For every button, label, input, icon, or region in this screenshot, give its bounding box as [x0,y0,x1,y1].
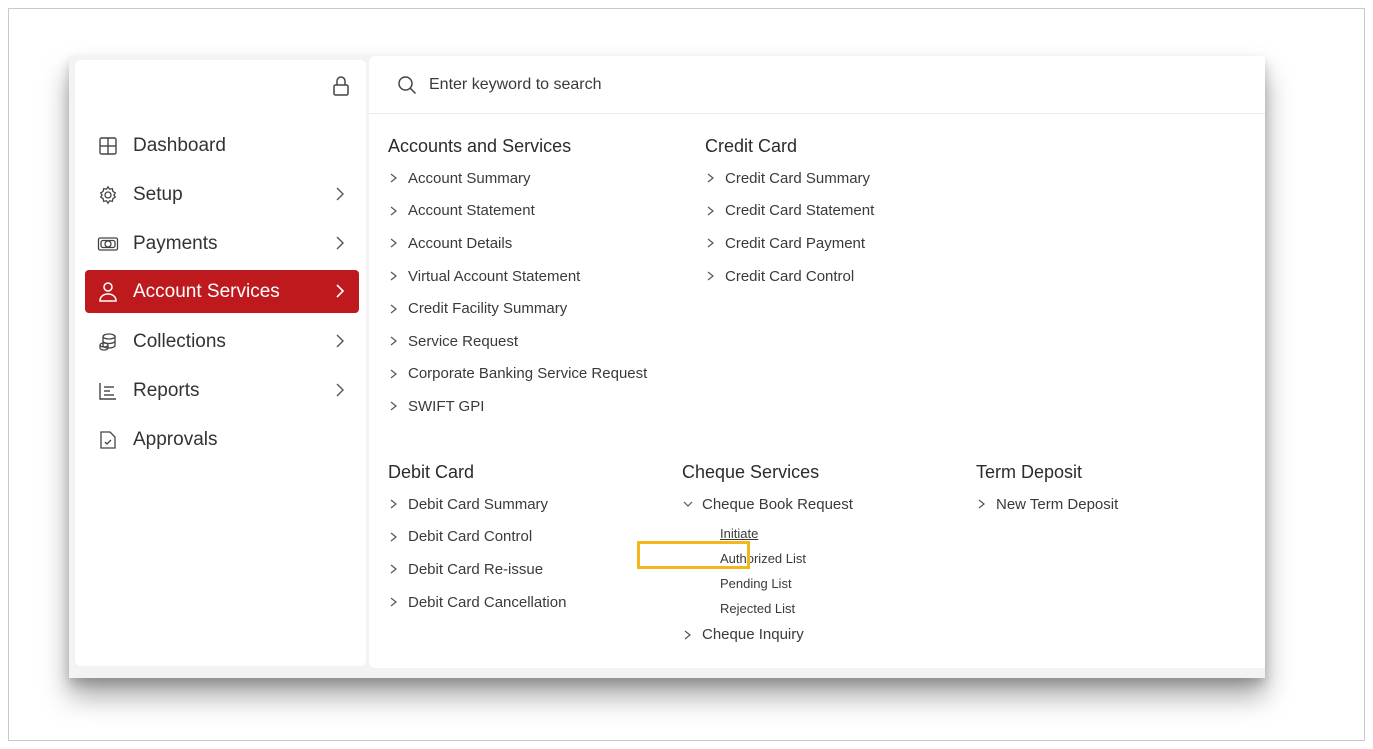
app-window: Dashboard Setup Payments Account Service… [69,56,1265,678]
link-credit-card-control[interactable]: Credit Card Control [705,260,874,293]
chevron-right-icon [390,597,397,607]
cheque-book-submenu: Initiate Authorized List Pending List Re… [720,521,853,621]
group-title: Accounts and Services [388,136,572,156]
link-account-summary[interactable]: Account Summary [388,162,647,195]
link-debit-card-summary[interactable]: Debit Card Summary [388,488,566,521]
chevron-down-icon [683,501,693,508]
chevron-right-icon [707,271,714,281]
chevron-right-icon [336,383,344,397]
link-account-details[interactable]: Account Details [388,227,647,260]
sublink-pending-list[interactable]: Pending List [720,571,853,596]
sidebar-item-label: Approvals [133,428,218,450]
link-debit-card-reissue[interactable]: Debit Card Re-issue [388,553,566,586]
chevron-right-icon [390,304,397,314]
sidebar-item-reports[interactable]: Reports [85,369,359,412]
user-icon [97,281,119,303]
link-debit-card-cancellation[interactable]: Debit Card Cancellation [388,586,566,619]
chevron-right-icon [390,401,397,411]
sidebar-item-label: Account Services [133,280,280,302]
chevron-right-icon [336,334,344,348]
sublink-rejected-list[interactable]: Rejected List [720,596,853,621]
grid-icon [97,135,119,157]
chevron-right-icon [336,284,345,298]
link-cheque-inquiry[interactable]: Cheque Inquiry [682,621,853,649]
link-credit-facility-summary[interactable]: Credit Facility Summary [388,292,647,325]
chevron-right-icon [390,206,397,216]
link-corporate-banking-service-request[interactable]: Corporate Banking Service Request [388,358,647,391]
chevron-right-icon [390,369,397,379]
document-check-icon [97,429,119,451]
chevron-right-icon [390,271,397,281]
chevron-right-icon [390,336,397,346]
link-new-term-deposit[interactable]: New Term Deposit [976,488,1118,521]
sidebar-item-label: Payments [133,232,218,254]
group-title: Cheque Services [682,462,820,482]
banknote-icon [97,233,119,255]
sidebar: Dashboard Setup Payments Account Service… [75,60,366,666]
sidebar-item-collections[interactable]: Collections [85,320,359,363]
sidebar-item-dashboard[interactable]: Dashboard [85,124,359,167]
link-account-statement[interactable]: Account Statement [388,195,647,228]
link-credit-card-statement[interactable]: Credit Card Statement [705,195,874,228]
chevron-right-icon [707,239,714,248]
group-accounts-and-services: Accounts and Services Account Summary Ac… [388,136,647,423]
group-title: Debit Card [388,462,475,482]
link-service-request[interactable]: Service Request [388,325,647,358]
group-debit-card: Debit Card Debit Card Summary Debit Card… [388,462,566,618]
group-title: Term Deposit [976,462,1083,482]
link-credit-card-payment[interactable]: Credit Card Payment [705,227,874,260]
link-credit-card-summary[interactable]: Credit Card Summary [705,162,874,195]
chevron-right-icon [707,173,714,183]
link-cheque-book-request[interactable]: Cheque Book Request [682,488,853,521]
coins-icon [97,331,119,353]
chevron-right-icon [390,499,397,509]
sidebar-item-label: Dashboard [133,134,226,156]
group-term-deposit: Term Deposit New Term Deposit [976,462,1118,521]
search-icon [398,75,417,94]
sidebar-item-payments[interactable]: Payments [85,222,359,265]
mega-menu-panel: Accounts and Services Account Summary Ac… [369,56,1265,668]
link-debit-card-control[interactable]: Debit Card Control [388,521,566,554]
sidebar-item-label: Collections [133,330,226,352]
chevron-right-icon [978,499,985,509]
search-bar [369,56,1265,114]
highlight-box [637,541,750,569]
link-virtual-account-statement[interactable]: Virtual Account Statement [388,260,647,293]
sidebar-item-approvals[interactable]: Approvals [85,418,359,461]
group-title: Credit Card [705,136,798,156]
link-swift-gpi[interactable]: SWIFT GPI [388,390,647,423]
gear-icon [97,184,119,206]
chevron-right-icon [390,173,397,183]
report-icon [97,380,119,402]
sidebar-item-setup[interactable]: Setup [85,173,359,216]
chevron-right-icon [390,565,397,574]
chevron-right-icon [390,532,397,542]
search-input[interactable] [427,74,1031,95]
chevron-right-icon [336,187,344,201]
sidebar-item-account-services[interactable]: Account Services [85,270,359,313]
lock-icon[interactable] [329,74,353,98]
group-credit-card: Credit Card Credit Card Summary Credit C… [705,136,874,292]
chevron-right-icon [390,239,397,248]
chevron-right-icon [707,206,714,216]
chevron-right-icon [336,236,344,250]
sidebar-item-label: Reports [133,379,200,401]
chevron-right-icon [684,630,691,640]
sidebar-item-label: Setup [133,183,183,205]
